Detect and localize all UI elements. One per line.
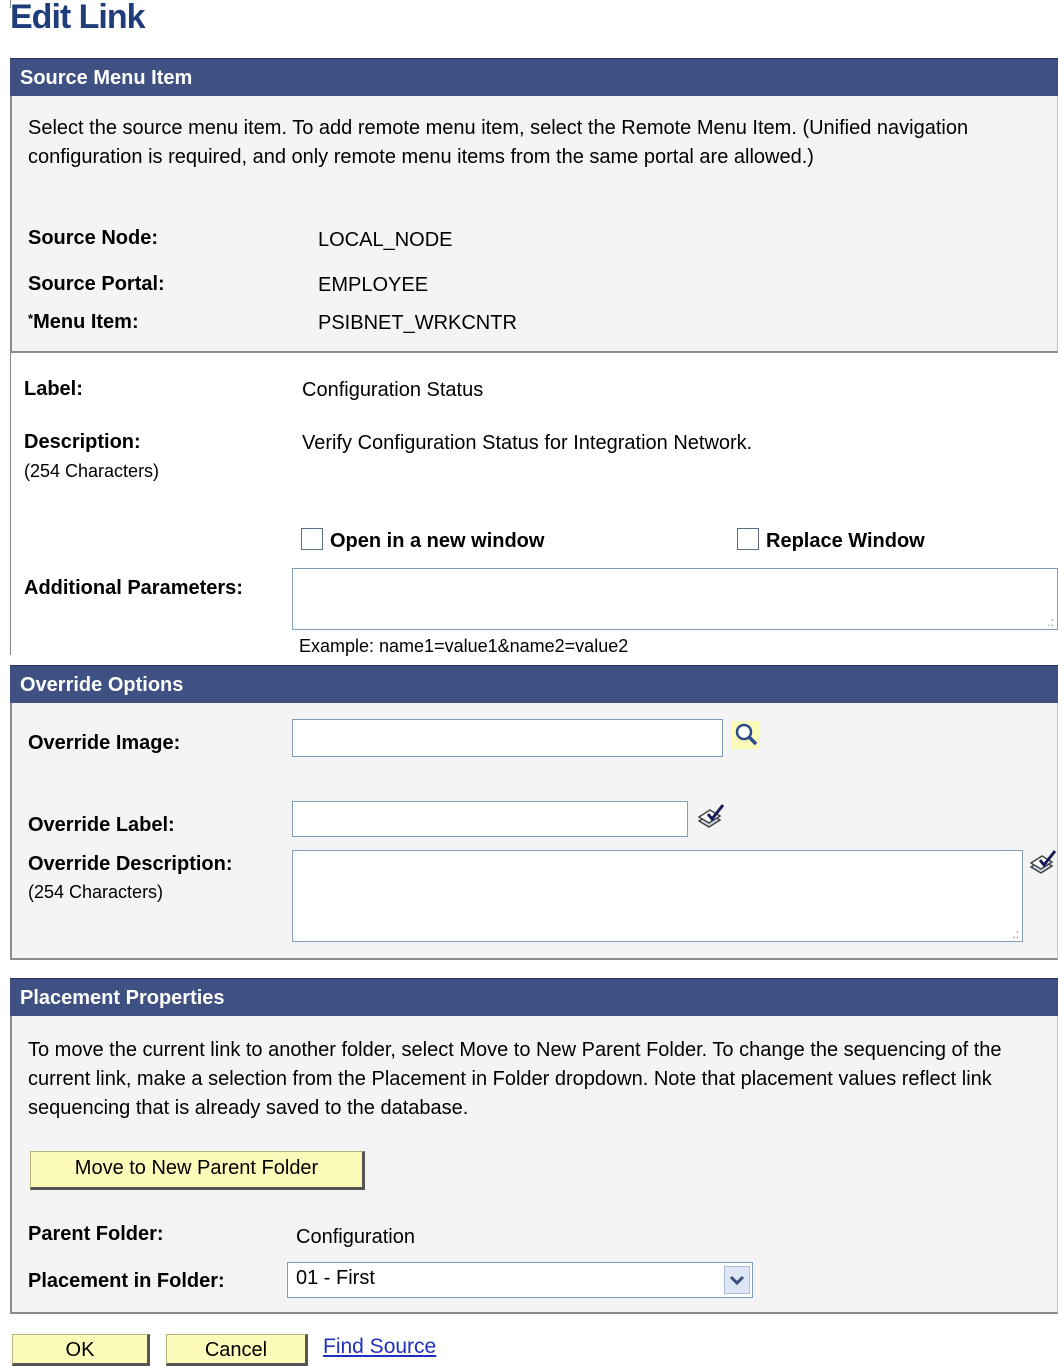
placement-instructions: To move the current link to another fold… <box>28 1039 1002 1119</box>
description-value: Verify Configuration Status for Integrat… <box>302 432 753 454</box>
resize-grip-icon[interactable]: .: <box>1012 928 1019 940</box>
source-menu-item-header: Source Menu Item <box>10 58 1058 96</box>
dropdown-arrow-icon[interactable] <box>724 1266 750 1294</box>
move-to-new-parent-folder-button[interactable]: Move to New Parent Folder <box>30 1151 365 1190</box>
source-node-value: LOCAL_NODE <box>318 229 453 251</box>
override-label-input[interactable] <box>292 801 688 837</box>
placement-in-folder-select[interactable]: 01 - First <box>287 1262 753 1298</box>
additional-params-label: Additional Parameters: <box>24 577 243 599</box>
override-description-input[interactable]: .: <box>292 850 1023 942</box>
details-left-border <box>10 353 11 655</box>
placement-selected-value: 01 - First <box>296 1267 375 1289</box>
additional-params-input[interactable]: .: <box>292 568 1058 630</box>
placement-properties-panel: To move the current link to another fold… <box>10 1016 1058 1314</box>
label-value: Configuration Status <box>302 379 484 401</box>
resize-grip-icon[interactable]: .: <box>1047 616 1054 628</box>
replace-window-checkbox[interactable] <box>737 528 759 550</box>
source-portal-label: Source Portal: <box>28 273 165 295</box>
source-instructions: Select the source menu item. To add remo… <box>28 117 969 168</box>
cancel-button[interactable]: Cancel <box>166 1334 308 1366</box>
open-new-window-label[interactable]: Open in a new window <box>330 530 544 553</box>
open-new-window-checkbox[interactable] <box>301 528 323 550</box>
override-image-input[interactable] <box>292 719 723 757</box>
override-description-hint: (254 Characters) <box>28 882 164 902</box>
source-portal-value: EMPLOYEE <box>318 274 429 296</box>
parent-folder-value: Configuration <box>296 1226 415 1248</box>
placement-properties-header: Placement Properties <box>10 978 1058 1016</box>
spell-check-icon[interactable] <box>1028 849 1058 879</box>
override-description-label: Override Description: <box>28 853 233 875</box>
source-menu-item-panel: Select the source menu item. To add remo… <box>10 96 1058 353</box>
override-options-header: Override Options <box>10 665 1058 703</box>
placement-in-folder-label: Placement in Folder: <box>28 1270 225 1292</box>
replace-window-label[interactable]: Replace Window <box>766 530 925 553</box>
ok-button[interactable]: OK <box>12 1334 150 1366</box>
left-border <box>10 0 11 8</box>
description-hint: (254 Characters) <box>24 461 160 481</box>
label-label: Label: <box>24 378 83 400</box>
page-title: Edit Link <box>10 0 146 36</box>
spell-check-icon[interactable] <box>696 803 726 833</box>
override-label-label: Override Label: <box>28 814 175 836</box>
source-node-label: Source Node: <box>28 227 159 249</box>
menu-item-value: PSIBNET_WRKCNTR <box>318 312 517 334</box>
override-options-panel: Override Image: Override Label: Override… <box>10 703 1058 960</box>
menu-item-label-text: Menu Item: <box>33 311 139 333</box>
additional-params-example: Example: name1=value1&name2=value2 <box>299 636 629 656</box>
lookup-icon[interactable] <box>732 721 760 749</box>
menu-item-label: *Menu Item: <box>28 311 139 334</box>
override-image-label: Override Image: <box>28 732 181 754</box>
parent-folder-label: Parent Folder: <box>28 1223 164 1245</box>
description-label: Description: <box>24 431 141 453</box>
find-source-link[interactable]: Find Source <box>323 1335 436 1359</box>
